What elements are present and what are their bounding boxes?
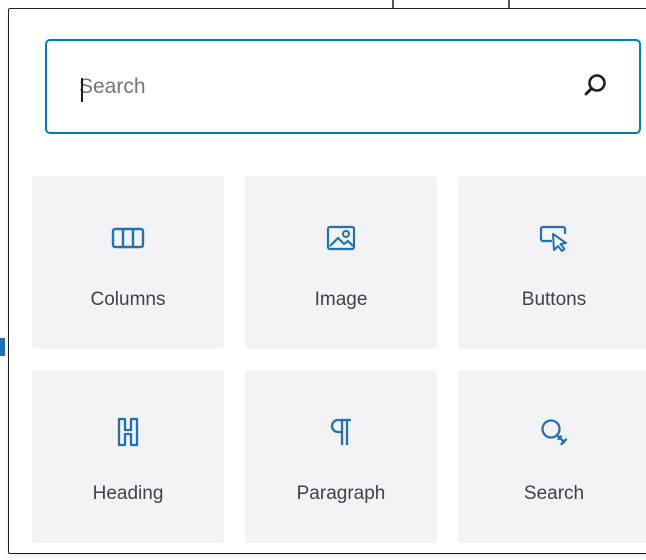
block-tile-search[interactable]: Search	[458, 370, 646, 543]
search-block-icon	[537, 415, 571, 449]
search-button[interactable]	[573, 64, 619, 110]
columns-icon	[111, 221, 145, 255]
block-label: Columns	[90, 289, 166, 310]
image-icon	[324, 221, 358, 255]
heading-icon	[111, 415, 145, 449]
block-label: Image	[314, 289, 368, 310]
block-inserter-panel: Columns Image Buttons	[8, 8, 646, 554]
block-tile-image[interactable]: Image	[245, 176, 437, 349]
block-label: Search	[523, 483, 585, 504]
paragraph-icon	[324, 415, 358, 449]
buttons-icon	[537, 221, 571, 255]
block-label: Heading	[92, 483, 164, 504]
search-input[interactable]	[47, 41, 573, 132]
block-grid: Columns Image Buttons Heading Paragraph …	[32, 176, 646, 543]
block-search-field[interactable]	[45, 39, 641, 134]
block-tile-buttons[interactable]: Buttons	[458, 176, 646, 349]
block-label: Buttons	[521, 289, 587, 310]
block-tile-columns[interactable]: Columns	[32, 176, 224, 349]
text-caret	[81, 78, 83, 102]
background-accent-mark	[0, 338, 5, 356]
search-icon	[583, 72, 609, 101]
block-tile-paragraph[interactable]: Paragraph	[245, 370, 437, 543]
block-tile-heading[interactable]: Heading	[32, 370, 224, 543]
block-label: Paragraph	[296, 483, 386, 504]
